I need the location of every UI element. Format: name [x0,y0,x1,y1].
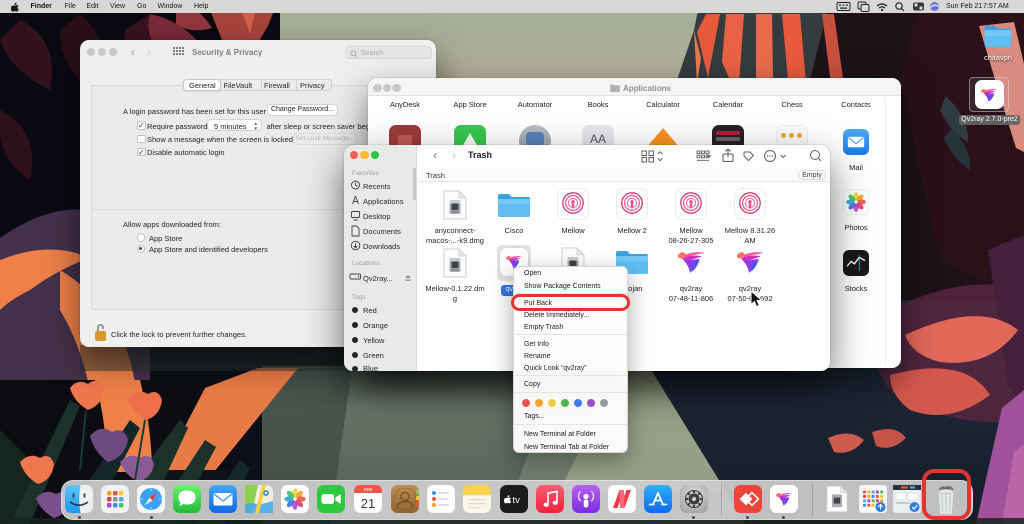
svg-text:FEB: FEB [364,487,373,492]
svg-text:21: 21 [361,496,375,511]
svg-text:tv: tv [512,495,520,506]
